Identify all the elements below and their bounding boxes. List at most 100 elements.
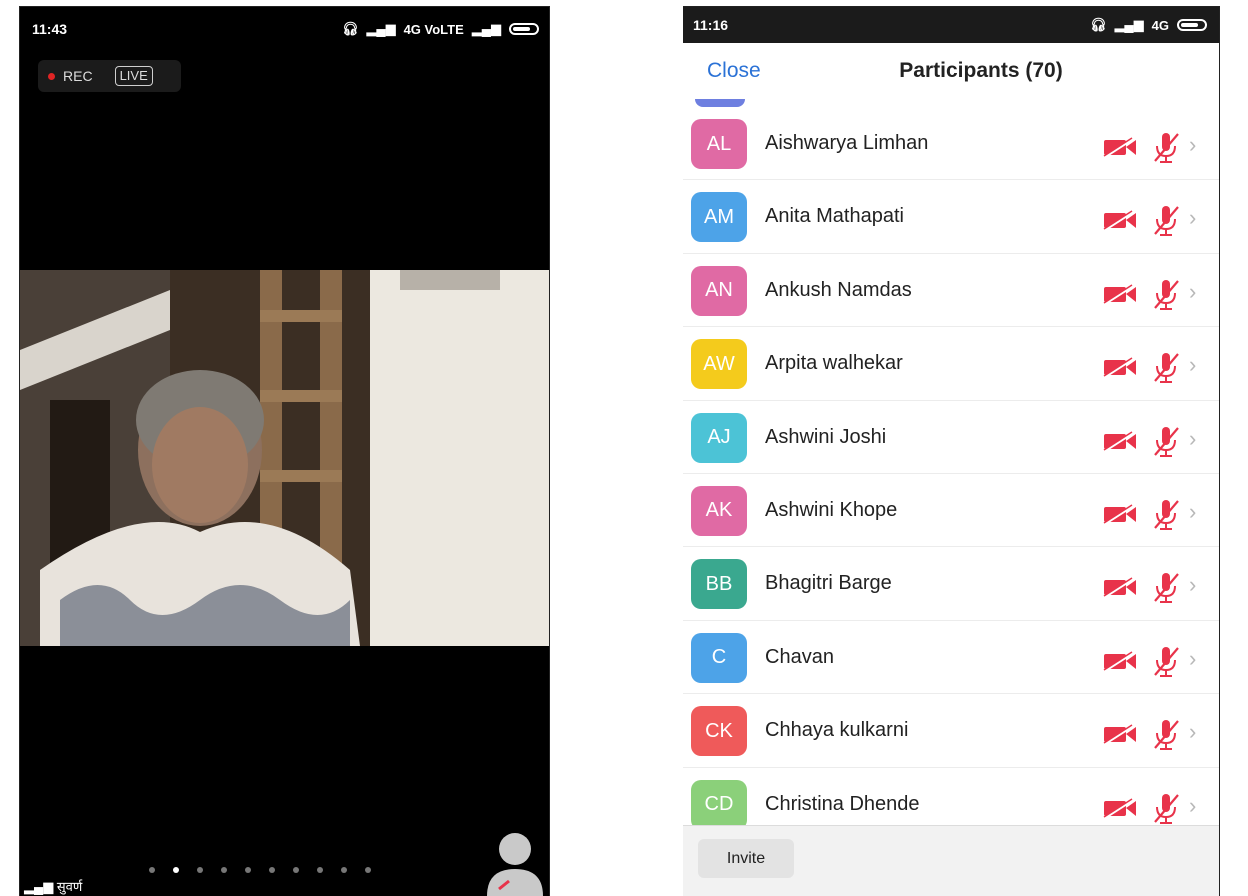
participant-row[interactable]: AM Anita Mathapati › xyxy=(683,180,1219,254)
avatar-initials: AN xyxy=(705,279,733,302)
page-dot[interactable] xyxy=(365,867,371,873)
video-off-icon[interactable] xyxy=(1102,137,1138,157)
video-off-icon[interactable] xyxy=(1102,283,1138,304)
chevron-right-icon[interactable]: › xyxy=(1189,646,1196,672)
mic-muted-icon[interactable] xyxy=(1151,498,1181,532)
page-dot[interactable] xyxy=(341,867,347,873)
participant-name: Ankush Namdas xyxy=(765,278,912,301)
invite-button[interactable]: Invite xyxy=(698,839,794,878)
page-dot-active[interactable] xyxy=(173,867,179,873)
avatar-initials: AL xyxy=(706,132,732,155)
participant-name: Chavan xyxy=(765,645,834,668)
participant-name: Arpita walhekar xyxy=(765,352,903,375)
participant-row[interactable]: AJ Ashwini Joshi › xyxy=(683,401,1219,474)
participant-avatar: C xyxy=(691,632,747,683)
battery-icon xyxy=(1177,19,1207,31)
participant-row[interactable]: C Chavan › xyxy=(683,621,1219,695)
participants-screen: 11:16 🎧︎ ▂▄▆ 4G Close Participants (70) … xyxy=(683,7,1219,896)
recording-indicator[interactable]: REC LIVE xyxy=(38,60,181,92)
carrier-label: ▂▄▆ सुवर्ण xyxy=(24,879,83,894)
participant-row[interactable]: BB Bhagitri Barge › xyxy=(683,547,1219,621)
headphone-icon: 🎧︎ xyxy=(1089,17,1107,32)
signal-icon-2: ▂▄▆ xyxy=(471,21,501,36)
avatar-initials: C xyxy=(711,646,727,669)
mic-muted-icon[interactable] xyxy=(1151,278,1181,312)
chevron-right-icon[interactable]: › xyxy=(1189,205,1196,231)
chevron-right-icon[interactable]: › xyxy=(1189,352,1196,378)
participant-name: Ashwini Joshi xyxy=(765,425,887,448)
participant-avatar: AW xyxy=(691,339,747,390)
video-off-icon[interactable] xyxy=(1102,724,1138,745)
live-badge[interactable]: LIVE xyxy=(114,66,153,86)
avatar-initials: AW xyxy=(703,352,735,375)
video-off-icon[interactable] xyxy=(1102,210,1138,231)
participant-row[interactable]: AN Ankush Namdas › xyxy=(683,254,1219,328)
mic-muted-icon[interactable] xyxy=(1151,425,1181,459)
page-dot[interactable] xyxy=(269,867,275,873)
battery-icon xyxy=(509,23,539,35)
video-off-icon[interactable] xyxy=(1102,503,1138,524)
signal-icon: ▂▄▆ xyxy=(1114,17,1144,32)
page-dot[interactable] xyxy=(197,867,203,873)
participant-list[interactable]: AL Aishwarya Limhan › AM Anita Mathapati › AN A… xyxy=(683,107,1219,841)
image-border-right xyxy=(1219,6,1248,896)
participant-avatar: AM xyxy=(691,192,747,243)
page-dot[interactable] xyxy=(149,867,155,873)
participant-row[interactable]: AW Arpita walhekar › xyxy=(683,327,1219,401)
image-border-left xyxy=(0,6,20,896)
chevron-right-icon[interactable]: › xyxy=(1189,572,1196,598)
participant-row[interactable]: AK Ashwini Khope › xyxy=(683,474,1219,548)
chevron-right-icon[interactable]: › xyxy=(1189,499,1196,525)
network-label: 4G VoLTE xyxy=(403,21,464,37)
page-dot[interactable] xyxy=(221,867,227,873)
participant-avatar: CD xyxy=(691,779,747,830)
mic-muted-icon[interactable] xyxy=(1151,718,1181,752)
carrier-name: सुवर्ण xyxy=(56,879,83,894)
avatar-initials: AJ xyxy=(707,426,731,449)
image-gap xyxy=(549,6,683,896)
status-bar: 11:43 🎧︎ ▂▄▆ 4G VoLTE ▂▄▆ xyxy=(20,7,549,51)
participants-footer: Invite xyxy=(683,825,1219,896)
video-off-icon[interactable] xyxy=(1102,577,1138,598)
mic-muted-icon[interactable] xyxy=(1151,131,1181,165)
video-off-icon[interactable] xyxy=(1102,430,1138,451)
participant-name: Anita Mathapati xyxy=(765,205,904,228)
video-off-icon[interactable] xyxy=(1102,650,1138,671)
participant-avatar: AK xyxy=(691,485,747,536)
chevron-right-icon[interactable]: › xyxy=(1189,132,1196,158)
participant-avatar: AL xyxy=(691,119,747,169)
self-view-avatar-icon[interactable] xyxy=(487,829,543,896)
participant-name: Christina Dhende xyxy=(765,792,920,815)
speaker-video[interactable] xyxy=(20,270,549,646)
chevron-right-icon[interactable]: › xyxy=(1189,279,1196,305)
avatar-initials: BB xyxy=(705,572,733,595)
mic-muted-icon[interactable] xyxy=(1151,645,1181,679)
participant-row[interactable]: CK Chhaya kulkarni › xyxy=(683,694,1219,768)
headphone-icon: 🎧︎ xyxy=(341,21,359,36)
network-label: 4G xyxy=(1151,17,1169,33)
page-dot[interactable] xyxy=(293,867,299,873)
chevron-right-icon[interactable]: › xyxy=(1189,793,1196,819)
status-time: 11:16 xyxy=(693,17,729,33)
partial-avatar xyxy=(695,99,745,107)
participant-name: Ashwini Khope xyxy=(765,498,898,521)
participant-avatar: AN xyxy=(691,265,747,316)
video-off-icon[interactable] xyxy=(1102,797,1138,818)
mic-muted-icon[interactable] xyxy=(1151,204,1181,238)
mic-muted-icon[interactable] xyxy=(1151,571,1181,605)
participant-avatar: BB xyxy=(691,559,747,610)
page-dot[interactable] xyxy=(245,867,251,873)
mic-muted-icon[interactable] xyxy=(1151,351,1181,385)
avatar-initials: CD xyxy=(704,793,734,816)
avatar-initials: AM xyxy=(704,205,734,228)
meeting-screen: 11:43 🎧︎ ▂▄▆ 4G VoLTE ▂▄▆ REC LIVE ▂▄▆ स… xyxy=(20,7,549,896)
video-off-icon[interactable] xyxy=(1102,357,1138,378)
status-bar: 11:16 🎧︎ ▂▄▆ 4G xyxy=(683,7,1219,43)
participant-avatar: CK xyxy=(691,706,747,757)
page-indicator[interactable] xyxy=(149,867,371,873)
participant-row[interactable]: AL Aishwarya Limhan › xyxy=(683,107,1219,181)
page-dot[interactable] xyxy=(317,867,323,873)
chevron-right-icon[interactable]: › xyxy=(1189,426,1196,452)
mic-muted-icon[interactable] xyxy=(1151,792,1181,826)
chevron-right-icon[interactable]: › xyxy=(1189,719,1196,745)
